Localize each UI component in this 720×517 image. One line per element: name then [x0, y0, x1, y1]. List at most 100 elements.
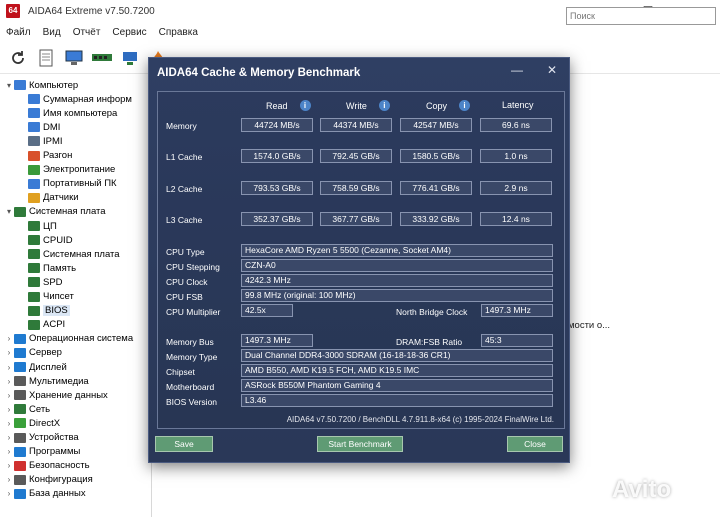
bios-label: BIOS Version — [166, 397, 218, 407]
tree-item-label: Сервер — [29, 347, 62, 359]
start-benchmark-button[interactable]: Start Benchmark — [317, 436, 403, 452]
tree-item-label: SPD — [43, 276, 63, 288]
network-icon[interactable] — [120, 48, 140, 68]
l2-copy-value: 776.41 GB/s — [400, 181, 472, 195]
tree-item[interactable]: Портативный ПК — [18, 177, 117, 191]
l3-latency-value: 12.4 ns — [480, 212, 552, 226]
dialog-title: AIDA64 Cache & Memory Benchmark — [157, 67, 361, 79]
tree-expander-icon[interactable]: › — [4, 405, 14, 414]
tree-expander-icon[interactable]: › — [4, 363, 14, 372]
tree-item-label: Системная плата — [29, 206, 106, 218]
tree-item-label: ACPI — [43, 319, 66, 331]
tree-item-label: IPMI — [43, 135, 63, 147]
tree-item[interactable]: Разгон — [18, 149, 72, 163]
tree-item[interactable]: CPUID — [18, 233, 73, 247]
tree-item[interactable]: Датчики — [18, 191, 79, 205]
tree-item[interactable]: BIOS — [18, 304, 70, 318]
search-input[interactable] — [566, 7, 716, 25]
dialog-close-button[interactable]: ✕ — [547, 63, 557, 77]
tree-item[interactable]: › Программы — [4, 445, 81, 459]
tree-expander-icon[interactable]: › — [4, 391, 14, 400]
tree-item[interactable]: › Операционная система — [4, 332, 133, 346]
avito-watermark: Avito — [612, 476, 672, 503]
tree-expander-icon[interactable]: › — [4, 461, 14, 470]
tree-expander-icon[interactable]: › — [4, 377, 14, 386]
computer-icon[interactable] — [64, 48, 84, 68]
menu-report[interactable]: Отчёт — [73, 27, 101, 38]
memory-latency-value: 69.6 ns — [480, 118, 552, 132]
tree-item[interactable]: › Сеть — [4, 402, 50, 416]
l1-write-value: 792.45 GB/s — [320, 149, 392, 163]
tree-item-label: DirectX — [29, 417, 61, 429]
tree-item-label: Программы — [29, 446, 81, 458]
tree-item-label: Операционная система — [29, 333, 134, 345]
tree-item[interactable]: › Дисплей — [4, 360, 67, 374]
dialog-minimize-button[interactable]: — — [511, 63, 523, 77]
tree-item[interactable]: SPD — [18, 275, 63, 289]
tree-item[interactable]: Суммарная информ — [18, 92, 132, 106]
tree-item[interactable]: Чипсет — [18, 290, 74, 304]
tree-item[interactable]: › Безопасность — [4, 459, 90, 473]
tree-expander-icon[interactable]: › — [4, 489, 14, 498]
tree-item[interactable]: › Конфигурация — [4, 473, 93, 487]
tree-item-label: База данных — [29, 488, 86, 500]
tree-node-icon — [28, 122, 40, 133]
tree-item[interactable]: Системная плата — [18, 247, 120, 261]
cpu-fsb-value: 99.8 MHz (original: 100 MHz) — [241, 289, 553, 302]
tree-expander-icon[interactable]: › — [4, 419, 14, 428]
close-dialog-button[interactable]: Close — [507, 436, 563, 452]
tree-node-icon — [28, 164, 40, 175]
copy-info-icon[interactable]: i — [459, 100, 471, 111]
motherboard-label: Motherboard — [166, 382, 215, 392]
memory-copy-value: 42547 MB/s — [400, 118, 472, 132]
tree-node-icon — [14, 488, 26, 499]
memory-bus-label: Memory Bus — [166, 337, 214, 347]
tree-item[interactable]: › Мультимедиа — [4, 374, 89, 388]
right-pane-text: мости о... — [568, 320, 611, 331]
tree-item[interactable]: DMI — [18, 120, 60, 134]
tree-item[interactable]: IPMI — [18, 134, 63, 148]
save-button[interactable]: Save — [155, 436, 213, 452]
menu-bar: Файл Вид Отчёт Сервис Справка — [0, 22, 720, 42]
tree-item-label: Чипсет — [43, 291, 74, 302]
refresh-icon[interactable] — [8, 48, 28, 68]
tree-item-label: BIOS — [43, 305, 70, 317]
tree-expander-icon[interactable]: › — [4, 433, 14, 442]
l2-latency-value: 2.9 ns — [480, 181, 552, 195]
menu-service[interactable]: Сервис — [112, 27, 146, 38]
tree-node-icon — [14, 376, 26, 387]
tree-expander-icon[interactable]: ▾ — [4, 207, 14, 216]
tree-expander-icon[interactable]: › — [4, 475, 14, 484]
report-icon[interactable] — [36, 48, 56, 68]
tree-item[interactable]: › Устройства — [4, 431, 79, 445]
chipset-label: Chipset — [166, 367, 195, 377]
chipset-value: AMD B550, AMD K19.5 FCH, AMD K19.5 IMC — [241, 364, 553, 377]
menu-help[interactable]: Справка — [159, 27, 198, 38]
menu-file[interactable]: Файл — [6, 27, 31, 38]
tree-expander-icon[interactable]: › — [4, 334, 14, 343]
tree-item[interactable]: ▾ Системная плата — [4, 205, 106, 219]
tree-item[interactable]: Электропитание — [18, 163, 115, 177]
tree-expander-icon[interactable]: › — [4, 447, 14, 456]
tree-item-label: Датчики — [43, 192, 79, 204]
tree-item[interactable]: Имя компьютера — [18, 106, 117, 120]
tree-item[interactable]: › База данных — [4, 487, 86, 501]
tree-item-label: Память — [43, 262, 77, 274]
cpu-clock-value: 4242.3 MHz — [241, 274, 553, 287]
tree-item[interactable]: › Хранение данных — [4, 388, 108, 402]
read-info-icon[interactable]: i — [299, 100, 311, 111]
tree-item[interactable]: › Сервер — [4, 346, 62, 360]
memory-type-value: Dual Channel DDR4-3000 SDRAM (16-18-18-3… — [241, 349, 553, 362]
tree-expander-icon[interactable]: ▾ — [4, 81, 14, 90]
menu-view[interactable]: Вид — [43, 27, 61, 38]
write-info-icon[interactable]: i — [378, 100, 390, 111]
tree-item[interactable]: ▾ Компьютер — [4, 78, 78, 92]
tree-item[interactable]: ЦП — [18, 219, 57, 233]
tree-expander-icon[interactable]: › — [4, 348, 14, 357]
cpu-clock-label: CPU Clock — [166, 277, 208, 287]
tree-item[interactable]: Память — [18, 261, 76, 275]
memory-icon[interactable] — [92, 48, 112, 68]
tree-item[interactable]: ACPI — [18, 318, 65, 332]
window-title: AIDA64 Extreme v7.50.7200 — [28, 5, 155, 17]
tree-item[interactable]: › DirectX — [4, 416, 61, 430]
